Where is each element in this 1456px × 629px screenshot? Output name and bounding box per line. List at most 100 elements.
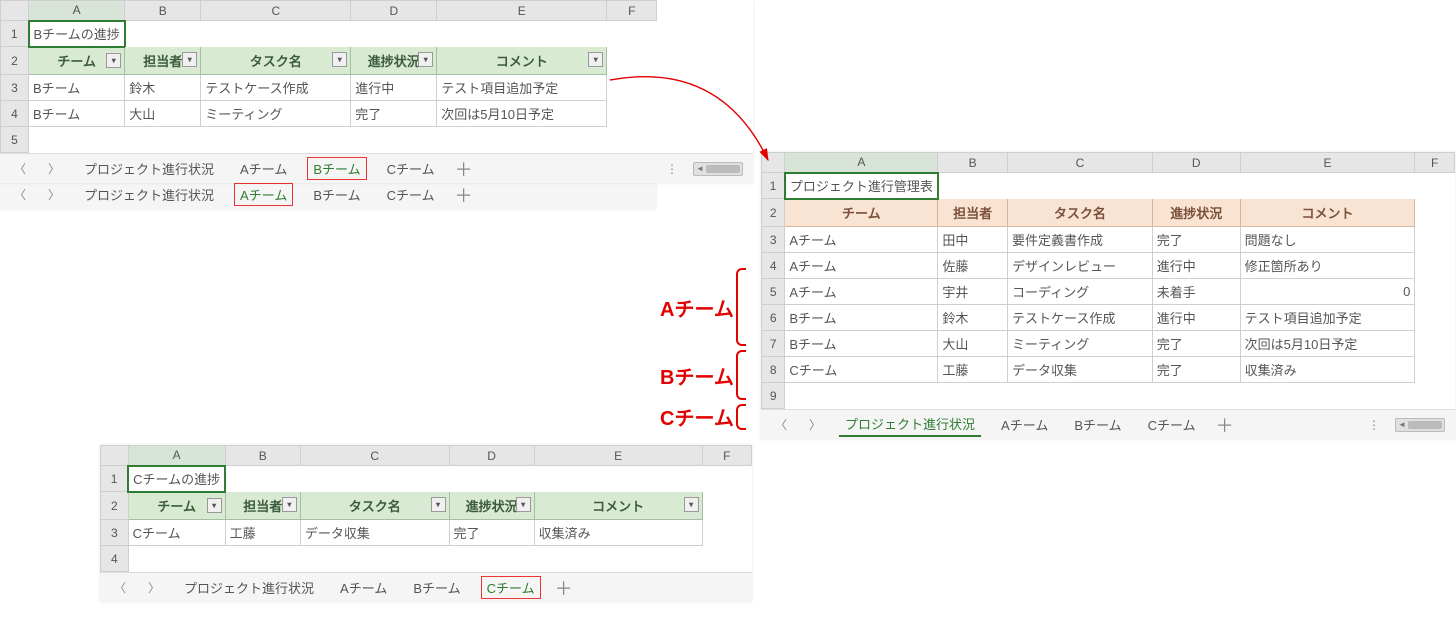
data-cell[interactable]: 宇井: [938, 279, 1008, 305]
cell[interactable]: [1415, 357, 1455, 383]
row-header[interactable]: 3: [1, 75, 29, 101]
tab-a[interactable]: Aチーム: [995, 413, 1054, 436]
data-cell[interactable]: データ収集: [300, 520, 449, 546]
filter-dropdown-icon[interactable]: ▾: [106, 53, 121, 68]
filter-dropdown-icon[interactable]: ▾: [282, 497, 297, 512]
select-all-corner[interactable]: [1, 1, 29, 21]
tab-add[interactable]: ＋: [555, 575, 573, 601]
filter-dropdown-icon[interactable]: ▾: [207, 498, 222, 513]
select-all-corner[interactable]: [101, 446, 129, 466]
table-header-cell[interactable]: タスク名▾: [201, 47, 351, 75]
cell[interactable]: [702, 466, 751, 492]
cell[interactable]: [449, 546, 534, 572]
data-cell[interactable]: Aチーム: [785, 253, 938, 279]
data-cell[interactable]: 完了: [351, 101, 437, 127]
data-cell[interactable]: 次回は5月10日予定: [1240, 331, 1415, 357]
table-header-cell[interactable]: タスク名▾: [300, 492, 449, 520]
cell[interactable]: [437, 21, 607, 47]
tab-b[interactable]: Bチーム: [1068, 413, 1127, 436]
data-cell[interactable]: Cチーム: [128, 520, 225, 546]
col-header[interactable]: B: [125, 1, 201, 21]
data-cell[interactable]: 問題なし: [1240, 227, 1415, 253]
row-header[interactable]: 4: [101, 546, 129, 572]
data-cell[interactable]: 大山: [938, 331, 1008, 357]
cell[interactable]: [702, 546, 751, 572]
col-header[interactable]: E: [1240, 153, 1415, 173]
tab-b[interactable]: Bチーム: [407, 576, 466, 599]
cell[interactable]: [437, 127, 607, 153]
table-header-cell[interactable]: チーム: [785, 199, 938, 227]
table-header-cell[interactable]: 進捗状況▾: [449, 492, 534, 520]
filter-dropdown-icon[interactable]: ▾: [516, 497, 531, 512]
data-cell[interactable]: 収集済み: [534, 520, 702, 546]
row-header[interactable]: 1: [1, 21, 29, 47]
tab-prev[interactable]: 〈: [771, 416, 791, 433]
data-cell[interactable]: 鈴木: [125, 75, 201, 101]
cell[interactable]: [128, 546, 225, 572]
col-header[interactable]: E: [437, 1, 607, 21]
row-header[interactable]: 2: [1, 47, 29, 75]
data-cell[interactable]: Aチーム: [785, 279, 938, 305]
tab-prev[interactable]: 〈: [110, 579, 130, 596]
cell[interactable]: [300, 466, 449, 492]
cell[interactable]: [29, 127, 125, 153]
row-header[interactable]: 2: [101, 492, 129, 520]
cell[interactable]: [225, 546, 300, 572]
data-cell[interactable]: ミーティング: [201, 101, 351, 127]
filter-dropdown-icon[interactable]: ▾: [182, 52, 197, 67]
data-cell[interactable]: Cチーム: [785, 357, 938, 383]
tab-b[interactable]: Bチーム: [307, 183, 366, 206]
data-cell[interactable]: Bチーム: [29, 101, 125, 127]
col-header[interactable]: F: [702, 446, 751, 466]
data-cell[interactable]: 未着手: [1152, 279, 1240, 305]
filter-dropdown-icon[interactable]: ▾: [332, 52, 347, 67]
cell[interactable]: [534, 546, 702, 572]
table-header-cell[interactable]: 進捗状況: [1152, 199, 1240, 227]
cell[interactable]: [1415, 305, 1455, 331]
cell[interactable]: [300, 546, 449, 572]
cell[interactable]: [1008, 383, 1153, 409]
cell[interactable]: [225, 466, 300, 492]
data-cell[interactable]: 修正箇所あり: [1240, 253, 1415, 279]
row-header[interactable]: 4: [762, 253, 785, 279]
cell[interactable]: [1240, 173, 1415, 199]
cell[interactable]: [125, 21, 201, 47]
col-header[interactable]: D: [1152, 153, 1240, 173]
data-cell[interactable]: 工藤: [225, 520, 300, 546]
tab-c[interactable]: Cチーム: [381, 183, 441, 206]
data-cell[interactable]: 大山: [125, 101, 201, 127]
table-header-cell[interactable]: チーム▾: [29, 47, 125, 75]
tab-main[interactable]: プロジェクト進行状況: [78, 183, 220, 206]
cell[interactable]: [351, 127, 437, 153]
row-header[interactable]: 5: [1, 127, 29, 153]
row-header[interactable]: 7: [762, 331, 785, 357]
col-header[interactable]: B: [938, 153, 1008, 173]
tab-next[interactable]: 〉: [44, 160, 64, 177]
col-header[interactable]: C: [300, 446, 449, 466]
data-cell[interactable]: 完了: [1152, 357, 1240, 383]
table-header-cell[interactable]: 担当者: [938, 199, 1008, 227]
col-header[interactable]: B: [225, 446, 300, 466]
cell[interactable]: [1415, 331, 1455, 357]
table-header-cell[interactable]: チーム▾: [128, 492, 225, 520]
cell[interactable]: [938, 383, 1008, 409]
data-cell[interactable]: Bチーム: [785, 331, 938, 357]
data-cell[interactable]: 完了: [1152, 331, 1240, 357]
tab-prev[interactable]: 〈: [10, 160, 30, 177]
tab-main[interactable]: プロジェクト進行状況: [78, 157, 220, 180]
tab-b[interactable]: Bチーム: [307, 157, 366, 180]
tab-a[interactable]: Aチーム: [234, 157, 293, 180]
tab-add[interactable]: ＋: [1216, 412, 1234, 438]
data-cell[interactable]: テストケース作成: [1008, 305, 1153, 331]
cell[interactable]: [702, 520, 751, 546]
tab-main[interactable]: プロジェクト進行状況: [839, 412, 981, 437]
cell[interactable]: [1415, 199, 1455, 227]
data-cell[interactable]: Bチーム: [785, 305, 938, 331]
cell[interactable]: [1240, 383, 1415, 409]
table-header-cell[interactable]: コメント▾: [534, 492, 702, 520]
tab-next[interactable]: 〉: [144, 579, 164, 596]
data-cell[interactable]: Bチーム: [29, 75, 125, 101]
row-header[interactable]: 3: [101, 520, 129, 546]
tab-c[interactable]: Cチーム: [481, 576, 541, 599]
data-cell[interactable]: テストケース作成: [201, 75, 351, 101]
